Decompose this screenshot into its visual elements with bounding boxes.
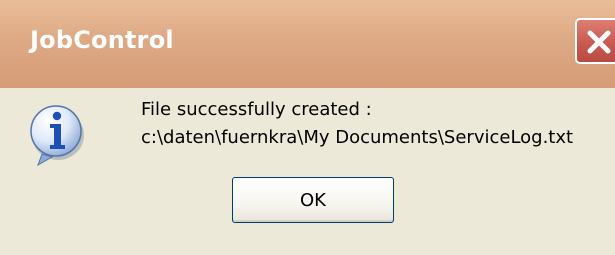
dialog-body: File successfully created : c:\daten\fue…	[0, 88, 615, 255]
message-file-path: c:\daten\fuernkra\My Documents\ServiceLo…	[141, 127, 574, 148]
title-bar[interactable]: JobControl	[0, 0, 615, 88]
message-text: File successfully created : c:\daten\fue…	[141, 96, 573, 152]
ok-button[interactable]: OK	[232, 177, 394, 223]
close-icon	[587, 30, 611, 54]
message-line-1: File successfully created :	[141, 99, 372, 120]
information-icon	[28, 102, 86, 167]
message-dialog: JobControl File successfully created: c…	[0, 0, 615, 255]
window-title: JobControl	[30, 26, 174, 54]
close-button[interactable]	[575, 18, 615, 64]
